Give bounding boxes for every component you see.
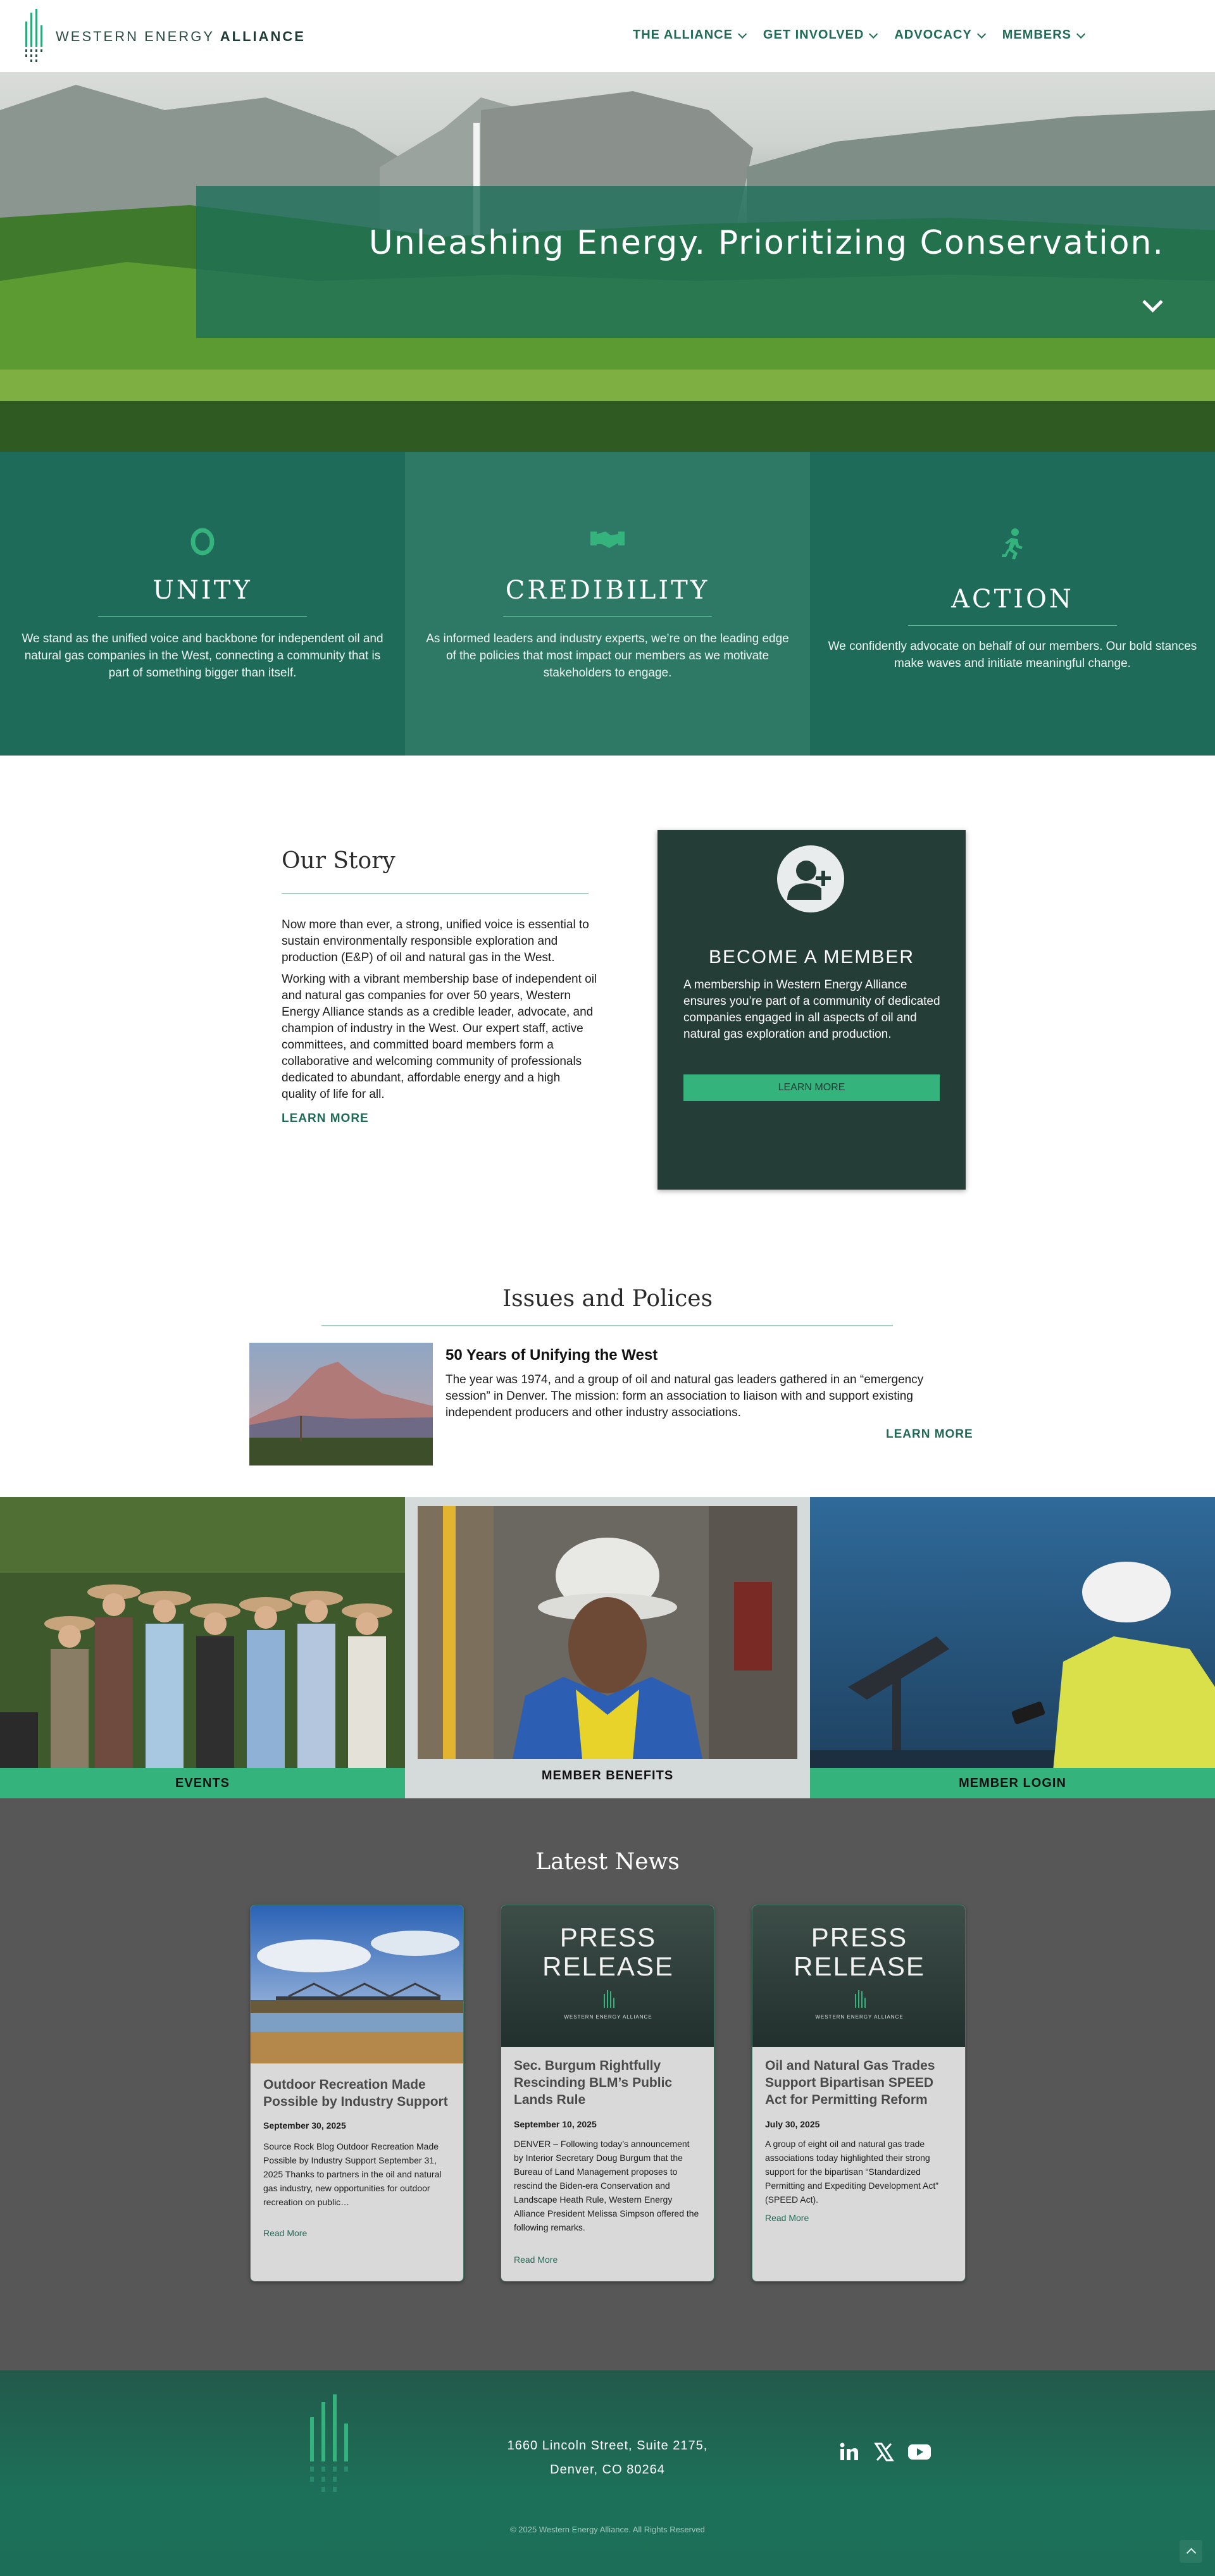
- logo-mark-icon: [855, 1990, 866, 2008]
- divider: [282, 893, 589, 894]
- add-user-icon: [777, 845, 844, 912]
- footer-logo-icon[interactable]: [309, 2394, 353, 2515]
- value-text: We confidently advocate on behalf of our…: [828, 640, 1197, 670]
- press-release-logo-text: WESTERN ENERGY ALLIANCE: [815, 2014, 904, 2020]
- copyright: © 2025 Western Energy Alliance. All Righ…: [510, 2525, 705, 2534]
- latest-news: Latest News Outdoor Recreation Made Poss…: [0, 1798, 1215, 2370]
- chevron-down-icon: [1076, 29, 1086, 39]
- leaf-ring-icon: [190, 528, 215, 556]
- card-read-more-link[interactable]: Read More: [263, 2228, 307, 2238]
- member-learn-more-button[interactable]: LEARN MORE: [683, 1074, 940, 1101]
- scroll-down-icon[interactable]: [1140, 294, 1163, 316]
- chevron-down-icon: [976, 29, 986, 39]
- site-footer: 1660 Lincoln Street, Suite 2175, Denver,…: [0, 2370, 1215, 2576]
- value-text: We stand as the unified voice and backbo…: [22, 632, 383, 680]
- value-unity: UNITY We stand as the unified voice and …: [0, 452, 405, 756]
- card-title[interactable]: Sec. Burgum Rightfully Rescinding BLM’s …: [514, 2057, 704, 2108]
- mountain-image: [249, 1343, 433, 1465]
- value-title: UNITY: [153, 576, 252, 605]
- value-text: As informed leaders and industry experts…: [426, 632, 789, 680]
- press-release-banner: PRESS RELEASE WESTERN ENERGY ALLIANCE: [752, 1905, 965, 2047]
- issue-title[interactable]: 50 Years of Unifying the West: [446, 1347, 657, 1364]
- news-title: Latest News: [535, 1849, 680, 1875]
- x-icon[interactable]: [873, 2441, 895, 2463]
- hero-title: Unleashing Energy. Prioritizing Conserva…: [368, 224, 1164, 262]
- nav-advocacy[interactable]: ADVOCACY: [894, 28, 986, 42]
- back-to-top-button[interactable]: [1180, 2540, 1202, 2563]
- chevron-down-icon: [737, 29, 747, 39]
- press-release-logo-text: WESTERN ENERGY ALLIANCE: [564, 2014, 652, 2020]
- address-line-2: Denver, CO 80264: [550, 2463, 665, 2477]
- card-title[interactable]: Oil and Natural Gas Trades Support Bipar…: [765, 2057, 955, 2108]
- site-header: WESTERN ENERGY ALLIANCE THE ALLIANCE GET…: [0, 0, 1215, 72]
- story-learn-more-link[interactable]: LEARN MORE: [282, 1112, 598, 1126]
- youtube-icon[interactable]: [907, 2441, 932, 2463]
- card-excerpt: Source Rock Blog Outdoor Recreation Made…: [263, 2141, 442, 2207]
- footer-address: 1660 Lincoln Street, Suite 2175, Denver,…: [443, 2434, 772, 2482]
- running-person-icon: [1002, 528, 1023, 559]
- tile-events[interactable]: EVENTS: [0, 1497, 405, 1798]
- hero-banner: Unleashing Energy. Prioritizing Conserva…: [0, 72, 1215, 452]
- member-title: BECOME A MEMBER: [708, 947, 915, 968]
- tile-member-login[interactable]: MEMBER LOGIN: [810, 1497, 1215, 1798]
- address-line-1: 1660 Lincoln Street, Suite 2175,: [507, 2439, 708, 2453]
- divider: [908, 625, 1117, 626]
- story-paragraph-1: Now more than ever, a strong, unified vo…: [282, 918, 589, 964]
- events-photo: [0, 1497, 405, 1798]
- tile-label: MEMBER BENEFITS: [405, 1760, 810, 1791]
- field-worker-photo: [810, 1497, 1215, 1798]
- logo-mark-icon: [25, 9, 42, 62]
- press-release-banner: PRESS RELEASE WESTERN ENERGY ALLIANCE: [501, 1905, 714, 2047]
- card-title[interactable]: Outdoor Recreation Made Possible by Indu…: [263, 2076, 453, 2110]
- divider: [321, 1325, 893, 1326]
- story-title: Our Story: [282, 848, 396, 874]
- card-excerpt: DENVER – Following today’s announcement …: [514, 2139, 699, 2232]
- logo-text: WESTERN ENERGY ALLIANCE: [56, 28, 306, 44]
- card-read-more-link[interactable]: Read More: [514, 2255, 558, 2265]
- news-card-1[interactable]: Outdoor Recreation Made Possible by Indu…: [250, 1905, 464, 2282]
- nav-get-involved[interactable]: GET INVOLVED: [763, 28, 878, 42]
- tile-member-benefits[interactable]: MEMBER BENEFITS: [405, 1497, 810, 1798]
- divider: [503, 616, 712, 617]
- tile-label: MEMBER LOGIN: [810, 1768, 1215, 1798]
- hero-overlay: Unleashing Energy. Prioritizing Conserva…: [196, 186, 1215, 338]
- tile-label: EVENTS: [0, 1768, 405, 1798]
- issue-learn-more-link[interactable]: LEARN MORE: [886, 1428, 973, 1441]
- main-nav: THE ALLIANCE GET INVOLVED ADVOCACY MEMBE…: [633, 28, 1086, 42]
- value-title: ACTION: [951, 585, 1074, 614]
- chevron-down-icon: [869, 29, 878, 39]
- divider: [98, 616, 307, 617]
- news-card-2[interactable]: PRESS RELEASE WESTERN ENERGY ALLIANCE Sec…: [501, 1905, 714, 2282]
- member-text: A membership in Western Energy Alliance …: [683, 978, 940, 1041]
- nav-the-alliance[interactable]: THE ALLIANCE: [633, 28, 747, 42]
- become-member-panel: BECOME A MEMBER A membership in Western …: [657, 830, 966, 1190]
- card-date: July 30, 2025: [765, 2119, 820, 2129]
- nav-members[interactable]: MEMBERS: [1002, 28, 1086, 42]
- value-action: ACTION We confidently advocate on behalf…: [810, 452, 1215, 756]
- bridge-photo: [251, 1905, 463, 2063]
- value-credibility: CREDIBILITY As informed leaders and indu…: [405, 452, 810, 756]
- value-title: CREDIBILITY: [505, 576, 710, 605]
- values-section: UNITY We stand as the unified voice and …: [0, 452, 1215, 756]
- story-paragraph-2: Working with a vibrant membership base o…: [282, 973, 597, 1101]
- issues-title: Issues and Polices: [502, 1286, 713, 1312]
- site-logo[interactable]: WESTERN ENERGY ALLIANCE: [24, 9, 304, 65]
- news-card-3[interactable]: PRESS RELEASE WESTERN ENERGY ALLIANCE Oil…: [752, 1905, 966, 2282]
- our-story: Our Story Now more than ever, a strong, …: [282, 848, 598, 1126]
- worker-photo: [418, 1506, 797, 1759]
- linkedin-icon[interactable]: [838, 2441, 859, 2463]
- card-date: September 30, 2025: [263, 2120, 346, 2131]
- quick-links: EVENTS MEMBER BENEFITS MEMBER LOGIN: [0, 1497, 1215, 1798]
- card-excerpt: A group of eight oil and natural gas tra…: [765, 2139, 938, 2205]
- card-read-more-link[interactable]: Read More: [765, 2213, 809, 2223]
- handshake-icon: [590, 532, 625, 548]
- logo-mark-icon: [604, 1990, 614, 2008]
- issue-text: The year was 1974, and a group of oil an…: [446, 1373, 924, 1419]
- card-date: September 10, 2025: [514, 2119, 597, 2129]
